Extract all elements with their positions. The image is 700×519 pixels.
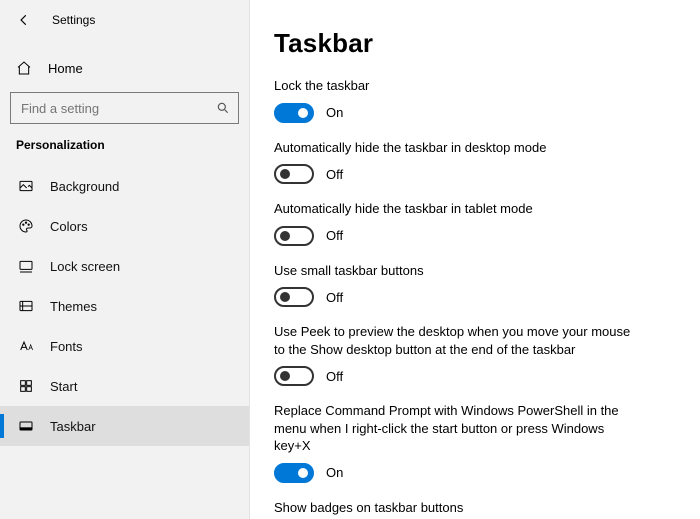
setting-label: Lock the taskbar — [274, 77, 634, 95]
search-wrap — [10, 92, 239, 124]
toggle-switch[interactable] — [274, 366, 314, 386]
fonts-icon — [18, 338, 34, 354]
sidebar-item-label: Taskbar — [50, 419, 96, 434]
sidebar-item-label: Themes — [50, 299, 97, 314]
setting-item: Lock the taskbar On — [274, 77, 676, 123]
sidebar-item-taskbar[interactable]: Taskbar — [0, 406, 249, 446]
search-input[interactable] — [10, 92, 239, 124]
sidebar-nav: Background Colors Lock screen Themes Fonts St… — [0, 166, 249, 446]
sidebar-item-themes[interactable]: Themes — [0, 286, 249, 326]
start-icon — [18, 378, 34, 394]
setting-item: Replace Command Prompt with Windows Powe… — [274, 402, 676, 483]
sidebar-item-label: Fonts — [50, 339, 83, 354]
home-icon — [16, 60, 32, 76]
setting-label: Use small taskbar buttons — [274, 262, 634, 280]
setting-item: Use small taskbar buttons Off — [274, 262, 676, 308]
sidebar-header: Settings — [0, 0, 249, 40]
toggle-state-text: On — [326, 465, 343, 480]
toggle-switch[interactable] — [274, 164, 314, 184]
main-panel: Taskbar Lock the taskbar On Automatically … — [250, 0, 700, 519]
taskbar-icon — [18, 418, 34, 434]
setting-label: Automatically hide the taskbar in deskto… — [274, 139, 634, 157]
sidebar-item-background[interactable]: Background — [0, 166, 249, 206]
themes-icon — [18, 298, 34, 314]
toggle-state-text: On — [326, 105, 343, 120]
background-icon — [18, 178, 34, 194]
toggle-switch[interactable] — [274, 226, 314, 246]
setting-label: Show badges on taskbar buttons — [274, 499, 634, 517]
sidebar-item-start[interactable]: Start — [0, 366, 249, 406]
sidebar-item-label: Start — [50, 379, 77, 394]
sidebar-item-label: Lock screen — [50, 259, 120, 274]
toggle-state-text: Off — [326, 228, 343, 243]
toggle-switch[interactable] — [274, 463, 314, 483]
home-label: Home — [48, 61, 83, 76]
toggle-state-text: Off — [326, 167, 343, 182]
sidebar-item-fonts[interactable]: Fonts — [0, 326, 249, 366]
sidebar-item-colors[interactable]: Colors — [0, 206, 249, 246]
sidebar-item-home[interactable]: Home — [0, 48, 249, 88]
page-title: Taskbar — [274, 28, 676, 59]
toggle-switch[interactable] — [274, 103, 314, 123]
setting-item: Automatically hide the taskbar in deskto… — [274, 139, 676, 185]
setting-label: Use Peek to preview the desktop when you… — [274, 323, 634, 358]
toggle-state-text: Off — [326, 369, 343, 384]
setting-item: Show badges on taskbar buttonsOn — [274, 499, 676, 519]
arrow-left-icon — [16, 12, 32, 28]
setting-label: Automatically hide the taskbar in tablet… — [274, 200, 634, 218]
setting-label: Replace Command Prompt with Windows Powe… — [274, 402, 634, 455]
back-button[interactable] — [14, 10, 34, 30]
setting-item: Use Peek to preview the desktop when you… — [274, 323, 676, 386]
colors-icon — [18, 218, 34, 234]
sidebar: Settings Home Personalization Background… — [0, 0, 250, 519]
sidebar-item-label: Background — [50, 179, 119, 194]
lockscreen-icon — [18, 258, 34, 274]
sidebar-item-lockscreen[interactable]: Lock screen — [0, 246, 249, 286]
category-header: Personalization — [0, 134, 249, 166]
toggle-state-text: Off — [326, 290, 343, 305]
setting-item: Automatically hide the taskbar in tablet… — [274, 200, 676, 246]
sidebar-item-label: Colors — [50, 219, 88, 234]
toggle-switch[interactable] — [274, 287, 314, 307]
app-title: Settings — [52, 13, 95, 27]
settings-list: Lock the taskbar On Automatically hide the… — [274, 77, 676, 519]
